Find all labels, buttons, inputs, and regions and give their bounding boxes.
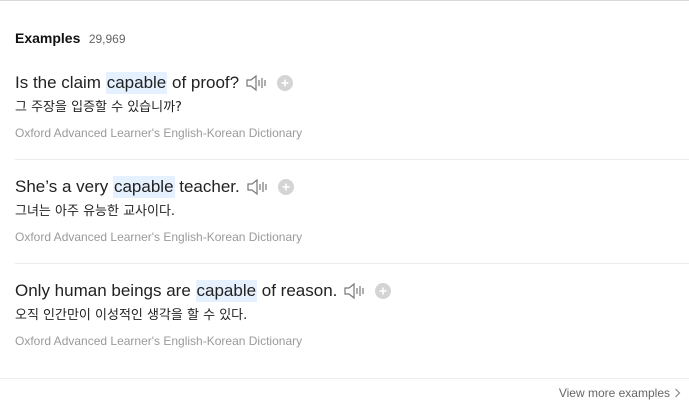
- add-to-wordbook-icon[interactable]: [277, 75, 294, 91]
- chevron-right-icon: [675, 388, 681, 398]
- add-to-wordbook-icon[interactable]: [375, 283, 392, 299]
- sentence-before: Is the claim: [15, 73, 106, 92]
- example-sentence: Only human beings are capable of reason.: [15, 280, 689, 302]
- speaker-icon[interactable]: [343, 281, 367, 301]
- view-more-label: View more examples: [558, 386, 670, 400]
- example-sentence: Is the claim capable of proof?: [15, 72, 689, 94]
- example-source: Oxford Advanced Learner's English-Korean…: [15, 230, 303, 244]
- example-source: Oxford Advanced Learner's English-Korean…: [15, 126, 303, 140]
- example-item: Only human beings are capable of reason.…: [15, 280, 689, 349]
- example-translation: 그녀는 아주 유능한 교사이다.: [15, 204, 176, 219]
- footer-divider: [0, 378, 689, 379]
- examples-count: 29,969: [88, 32, 126, 46]
- example-translation: 그 주장을 입증할 수 있습니까?: [15, 100, 182, 115]
- add-to-wordbook-icon[interactable]: [277, 179, 294, 195]
- sentence-before: She’s a very: [15, 177, 113, 196]
- examples-header: Examples 29,969: [15, 30, 126, 48]
- example-source: Oxford Advanced Learner's English-Korean…: [15, 334, 303, 348]
- examples-title: Examples: [15, 30, 81, 46]
- example-sentence: She’s a very capable teacher.: [15, 176, 689, 198]
- highlighted-word: capable: [195, 280, 258, 302]
- highlighted-word: capable: [105, 72, 168, 94]
- top-border: [0, 0, 689, 1]
- sentence-after: of reason.: [257, 281, 338, 300]
- sentence-before: Only human beings are: [15, 281, 196, 300]
- example-item: She’s a very capable teacher. 그녀는 아주 유능한…: [15, 176, 689, 245]
- example-item: Is the claim capable of proof? 그 주장을 입증할…: [15, 72, 689, 141]
- divider: [15, 263, 689, 264]
- speaker-icon[interactable]: [245, 73, 269, 93]
- sentence-after: teacher.: [174, 177, 240, 196]
- highlighted-word: capable: [112, 176, 175, 198]
- view-more-examples-link[interactable]: View more examples: [559, 386, 681, 400]
- speaker-icon[interactable]: [246, 177, 270, 197]
- divider: [15, 159, 689, 160]
- sentence-after: of proof?: [167, 73, 240, 92]
- example-translation: 오직 인간만이 이성적인 생각을 할 수 있다.: [15, 308, 248, 323]
